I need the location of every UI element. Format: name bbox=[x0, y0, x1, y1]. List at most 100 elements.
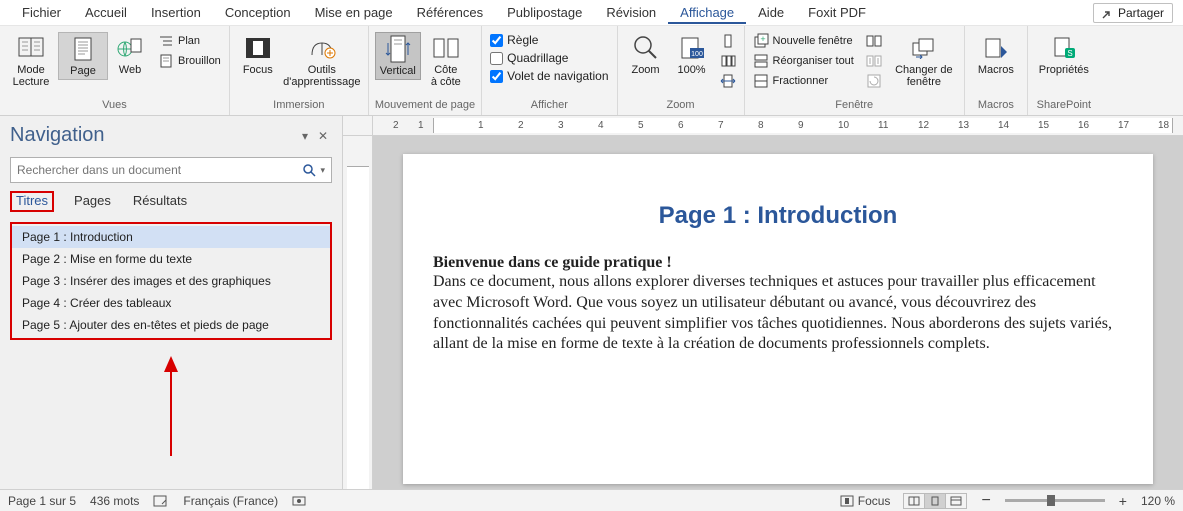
heading-item[interactable]: Page 3 : Insérer des images et des graph… bbox=[12, 270, 330, 292]
brouillon-view-button[interactable]: Brouillon bbox=[156, 52, 223, 70]
reset-window-icon bbox=[866, 73, 882, 89]
quadrillage-checkbox-input[interactable] bbox=[490, 52, 503, 65]
share-icon bbox=[1102, 7, 1114, 19]
status-proofing[interactable] bbox=[153, 494, 169, 508]
status-words[interactable]: 436 mots bbox=[90, 494, 139, 508]
status-language[interactable]: Français (France) bbox=[183, 494, 278, 508]
zoom-out-button[interactable]: − bbox=[981, 492, 990, 510]
quadrillage-checkbox[interactable]: Quadrillage bbox=[488, 50, 610, 66]
macros-button[interactable]: Macros bbox=[971, 32, 1021, 78]
ruler-tick: 7 bbox=[718, 120, 724, 131]
ruler-tick: 13 bbox=[958, 120, 969, 131]
zoom-page-width-button[interactable] bbox=[718, 72, 738, 90]
ruler-tick: 1 bbox=[478, 120, 484, 131]
ruler-tick: 8 bbox=[758, 120, 764, 131]
outils-apprentissage-button[interactable]: Outils d'apprentissage bbox=[282, 32, 362, 90]
menu-item-revision[interactable]: Révision bbox=[594, 1, 668, 24]
ribbon-group-vues: Mode Lecture Page Web Plan Brouillon bbox=[0, 26, 230, 115]
search-dropdown-icon[interactable]: ▾ bbox=[316, 165, 325, 176]
reorganiser-tout-button[interactable]: Réorganiser tout bbox=[751, 52, 856, 70]
status-focus-button[interactable]: Focus bbox=[840, 494, 891, 508]
vertical-button[interactable]: Vertical bbox=[375, 32, 421, 80]
menu-item-conception[interactable]: Conception bbox=[213, 1, 303, 24]
macro-rec-icon bbox=[292, 494, 306, 508]
zoom-one-page-button[interactable] bbox=[718, 32, 738, 50]
tab-resultats[interactable]: Résultats bbox=[131, 191, 189, 212]
volet-navigation-checkbox-input[interactable] bbox=[490, 70, 503, 83]
annotation-arrow bbox=[0, 344, 342, 489]
heading-item[interactable]: Page 4 : Créer des tableaux bbox=[12, 292, 330, 314]
navigation-search[interactable]: ▾ bbox=[10, 157, 332, 183]
status-view-read[interactable] bbox=[903, 493, 925, 509]
zoom-level[interactable]: 120 % bbox=[1141, 494, 1175, 508]
share-button[interactable]: Partager bbox=[1093, 3, 1173, 23]
navigation-close-button[interactable]: ✕ bbox=[314, 127, 332, 145]
status-view-web[interactable] bbox=[945, 493, 967, 509]
proprietes-button[interactable]: S Propriétés bbox=[1034, 32, 1094, 78]
zoom-100-button[interactable]: 100 100% bbox=[670, 32, 714, 78]
ribbon-group-afficher: Règle Quadrillage Volet de navigation Af… bbox=[482, 26, 617, 115]
split-icon bbox=[753, 73, 769, 89]
search-icon[interactable] bbox=[296, 163, 316, 177]
changer-fenetre-button[interactable]: Changer de fenêtre bbox=[890, 32, 958, 90]
regle-label: Règle bbox=[507, 33, 538, 47]
regle-checkbox[interactable]: Règle bbox=[488, 32, 610, 48]
zoom-in-button[interactable]: + bbox=[1119, 493, 1127, 509]
heading-item[interactable]: Page 2 : Mise en forme du texte bbox=[12, 248, 330, 270]
web-view-label: Web bbox=[119, 64, 141, 76]
volet-navigation-checkbox[interactable]: Volet de navigation bbox=[488, 68, 610, 84]
heading-item[interactable]: Page 5 : Ajouter des en-têtes et pieds d… bbox=[12, 314, 330, 336]
volet-navigation-label: Volet de navigation bbox=[507, 69, 608, 83]
group-label-fenetre: Fenêtre bbox=[751, 99, 958, 115]
macros-icon bbox=[982, 34, 1010, 62]
reorganiser-tout-label: Réorganiser tout bbox=[773, 55, 854, 67]
tab-titres[interactable]: Titres bbox=[10, 191, 54, 212]
page-view-button[interactable]: Page bbox=[58, 32, 108, 80]
status-page[interactable]: Page 1 sur 5 bbox=[8, 494, 76, 508]
nouvelle-fenetre-button[interactable]: +Nouvelle fenêtre bbox=[751, 32, 856, 50]
fractionner-button[interactable]: Fractionner bbox=[751, 72, 856, 90]
ruler-tick: 3 bbox=[558, 120, 564, 131]
zoom-label: Zoom bbox=[631, 64, 659, 76]
menu-item-affichage[interactable]: Affichage bbox=[668, 1, 746, 24]
zoom-slider[interactable] bbox=[1005, 499, 1105, 502]
tab-pages[interactable]: Pages bbox=[72, 191, 113, 212]
navigation-options-button[interactable]: ▾ bbox=[296, 127, 314, 145]
reading-mode-icon bbox=[17, 34, 45, 62]
menu-item-aide[interactable]: Aide bbox=[746, 1, 796, 24]
navigation-pane: Navigation ▾ ✕ ▾ Titres Pages Résultats … bbox=[0, 116, 343, 489]
menu-item-publipostage[interactable]: Publipostage bbox=[495, 1, 594, 24]
menu-item-insertion[interactable]: Insertion bbox=[139, 1, 213, 24]
zoom-multi-page-button[interactable] bbox=[718, 52, 738, 70]
focus-button[interactable]: Focus bbox=[236, 32, 280, 78]
navigation-search-input[interactable] bbox=[17, 163, 296, 177]
horizontal-ruler[interactable]: 2 1 1 2 3 4 5 6 7 8 9 10 11 12 13 14 15 … bbox=[373, 116, 1183, 136]
zoom-slider-knob[interactable] bbox=[1047, 495, 1055, 506]
view-side-by-side-button[interactable] bbox=[864, 32, 884, 50]
regle-checkbox-input[interactable] bbox=[490, 34, 503, 47]
reset-window-pos-button[interactable] bbox=[864, 72, 884, 90]
menu-item-accueil[interactable]: Accueil bbox=[73, 1, 139, 24]
page-width-icon bbox=[720, 73, 736, 89]
document-page[interactable]: Page 1 : Introduction Bienvenue dans ce … bbox=[403, 154, 1153, 484]
status-view-print[interactable] bbox=[924, 493, 946, 509]
status-macro-rec[interactable] bbox=[292, 494, 306, 508]
menu-item-foxit[interactable]: Foxit PDF bbox=[796, 1, 878, 24]
plan-view-button[interactable]: Plan bbox=[156, 32, 223, 50]
outils-apprentissage-label: Outils d'apprentissage bbox=[283, 64, 360, 88]
document-area[interactable]: Page 1 : Introduction Bienvenue dans ce … bbox=[373, 136, 1183, 489]
menu-item-fichier[interactable]: Fichier bbox=[10, 1, 73, 24]
cote-a-cote-button[interactable]: Côte à côte bbox=[423, 32, 469, 90]
macros-label: Macros bbox=[978, 64, 1014, 76]
menu-item-references[interactable]: Références bbox=[405, 1, 495, 24]
zoom-100-label: 100% bbox=[677, 64, 705, 76]
web-view-button[interactable]: Web bbox=[110, 32, 150, 78]
menu-item-mise-en-page[interactable]: Mise en page bbox=[303, 1, 405, 24]
zoom-button[interactable]: Zoom bbox=[624, 32, 668, 78]
navigation-title: Navigation bbox=[10, 124, 296, 147]
mode-lecture-button[interactable]: Mode Lecture bbox=[6, 32, 56, 90]
side-by-side-icon bbox=[432, 34, 460, 62]
heading-item[interactable]: Page 1 : Introduction bbox=[12, 226, 330, 248]
sync-scroll-button[interactable] bbox=[864, 52, 884, 70]
vertical-ruler[interactable] bbox=[343, 136, 373, 489]
